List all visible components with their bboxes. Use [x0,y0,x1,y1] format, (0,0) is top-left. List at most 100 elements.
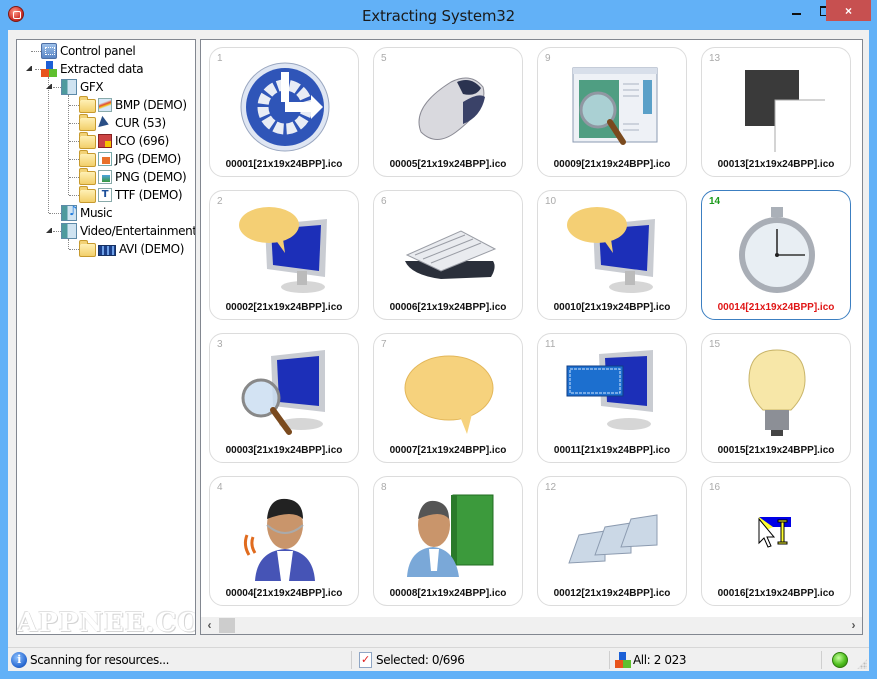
status-led-icon [832,652,848,668]
folder-open-icon [79,132,96,149]
status-divider [821,651,822,669]
collapse-expander[interactable] [46,83,52,89]
status-message: i Scanning for resources... [11,650,169,670]
speech-bubble-icon [401,348,497,438]
gallery-item[interactable]: 4 00004[21x19x24BPP].ico [209,476,359,606]
tree-item-ico[interactable]: ICO (696) [79,132,169,150]
item-index: 4 [217,482,223,493]
light-bulb-icon [729,348,825,438]
tree-item-avi[interactable]: AVI (DEMO) [79,240,184,258]
collapse-expander[interactable] [46,227,52,233]
collapse-expander[interactable] [26,65,32,71]
tree-item-video[interactable]: Video/Entertainment [61,222,195,240]
app-window: Extracting System32 × Control panel Extr… [0,0,877,679]
item-index: 5 [381,53,387,64]
folder-icon [79,114,96,131]
gallery-item[interactable]: 13 00013[21x19x24BPP].ico [701,47,851,177]
scroll-right-button[interactable]: › [845,617,862,634]
folder-icon [79,240,96,257]
gallery-item[interactable]: 15 00015[21x19x24BPP].ico [701,333,851,463]
gallery-item[interactable]: 11 00011[21x19x24BPP].ico [537,333,687,463]
accessibility-icon [237,62,333,152]
tree-item-control-panel[interactable]: Control panel [41,42,136,60]
status-bar: i Scanning for resources... Selected: 0/… [8,647,869,671]
tree-item-ttf[interactable]: T TTF (DEMO) [79,186,183,204]
item-filename: 00001[21x19x24BPP].ico [225,159,343,170]
scroll-left-button[interactable]: ‹ [201,617,218,634]
gallery-item[interactable]: 9 00009[21x19x24BPP].ico [537,47,687,177]
item-filename: 00012[21x19x24BPP].ico [553,588,671,599]
avi-icon [98,244,116,256]
title-bar[interactable]: Extracting System32 × [0,0,877,30]
gallery-item[interactable]: 7 00007[21x19x24BPP].ico [373,333,523,463]
status-indicator [832,650,848,670]
item-filename: 00008[21x19x24BPP].ico [389,588,507,599]
client-area: Control panel Extracted data GFX BMP (DE… [8,30,869,671]
item-filename: 00009[21x19x24BPP].ico [553,159,671,170]
overlapping-squares-icon [729,62,830,155]
gallery-item[interactable]: 14 00014[21x19x24BPP].ico [701,190,851,320]
item-index: 15 [709,339,721,350]
scrollbar-thumb[interactable] [219,618,235,633]
gallery-item[interactable]: 6 00006[21x19x24BPP].ico [373,190,523,320]
tree-item-jpg[interactable]: JPG (DEMO) [79,150,181,168]
item-filename: 00006[21x19x24BPP].ico [389,302,507,313]
status-divider [351,651,352,669]
ico-icon [98,134,112,148]
mouse-icon [401,62,497,152]
item-filename: 00013[21x19x24BPP].ico [717,159,835,170]
folder-icon [79,96,96,113]
gallery-item[interactable]: 12 00012[21x19x24BPP].ico [537,476,687,606]
extracted-data-icon [41,61,57,77]
horizontal-scrollbar[interactable]: ‹ › [201,617,862,634]
tree-line [69,159,79,160]
resize-grip[interactable] [857,659,867,669]
tree-item-music[interactable]: Music [61,204,113,222]
item-index: 14 [709,196,721,207]
tree-line [53,231,61,232]
gallery-item[interactable]: 3 00003[21x19x24BPP].ico [209,333,359,463]
folder-icon [79,150,96,167]
gallery-item[interactable]: 1 00001[21x19x24BPP].ico [209,47,359,177]
item-filename: 00004[21x19x24BPP].ico [225,588,343,599]
gallery-item[interactable]: 8 00008[21x19x24BPP].ico [373,476,523,606]
item-index: 3 [217,339,223,350]
item-index: 13 [709,53,721,64]
close-button[interactable]: × [826,0,871,21]
tree-line [69,177,79,178]
tree-line [69,105,79,106]
item-filename: 00007[21x19x24BPP].ico [389,445,507,456]
selection-icon [359,652,372,668]
tree-line [49,213,61,214]
gallery-item[interactable]: 16 00016[21x19x24BPP].ico [701,476,851,606]
tree-line [69,123,79,124]
item-index: 9 [545,53,551,64]
item-index: 16 [709,482,721,493]
tree-item-png[interactable]: PNG (DEMO) [79,168,187,186]
tree-line [68,239,69,249]
item-filename: 00011[21x19x24BPP].ico [553,445,671,456]
icon-gallery[interactable]: 1 00001[21x19x24BPP].ico 5 00005[21x19x24BP… [200,39,863,635]
jpg-icon [98,152,112,166]
item-index: 6 [381,196,387,207]
item-filename: 00003[21x19x24BPP].ico [225,445,343,456]
tree-item-extracted-data[interactable]: Extracted data [41,60,144,78]
item-index: 12 [545,482,557,493]
gallery-item[interactable]: 2 00002[21x19x24BPP].ico [209,190,359,320]
item-index: 8 [381,482,387,493]
folder-icon [79,186,96,203]
minimize-button[interactable] [782,0,811,21]
window-search-icon [565,62,661,152]
gallery-item[interactable]: 10 00010[21x19x24BPP].ico [537,190,687,320]
keys-icon [565,491,661,581]
tree-item-bmp[interactable]: BMP (DEMO) [79,96,187,114]
watermark: APPNEE.COM [17,608,195,635]
item-filename: 00005[21x19x24BPP].ico [389,159,507,170]
video-icon [61,223,77,239]
tree-item-cur[interactable]: CUR (53) [79,114,166,132]
resource-tree[interactable]: Control panel Extracted data GFX BMP (DE… [16,39,196,635]
tree-item-gfx[interactable]: GFX [61,78,104,96]
user-book-icon [401,491,497,581]
item-index: 2 [217,196,223,207]
gallery-item[interactable]: 5 00005[21x19x24BPP].ico [373,47,523,177]
